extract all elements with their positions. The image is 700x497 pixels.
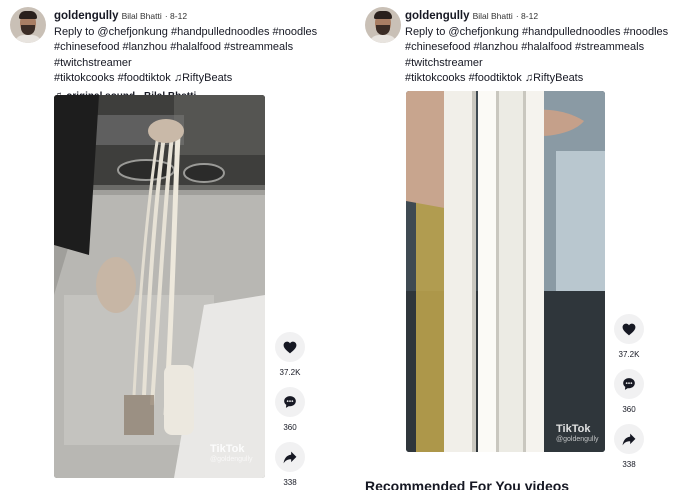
avatar[interactable]: [10, 7, 46, 43]
heart-icon: [283, 341, 297, 353]
tiktok-watermark: TikTok @goldengully: [556, 423, 599, 443]
share-count: 338: [283, 478, 297, 487]
tiktok-watermark: TikTok @goldengully: [210, 443, 253, 463]
comment-button[interactable]: [275, 387, 305, 417]
like-button[interactable]: [275, 332, 305, 362]
hashtags[interactable]: #handpullednoodles #noodles: [171, 26, 317, 38]
watermark-user: @goldengully: [556, 436, 599, 443]
post-date: 8-12: [521, 11, 539, 21]
comment-icon: [284, 396, 296, 408]
video-post-right: goldengully Bilal Bhatti · 8-12 Reply to…: [355, 0, 700, 490]
share-icon: [283, 451, 297, 463]
share-icon: [622, 433, 636, 445]
hashtags[interactable]: #chinesefood #lanzhou #halalfood #stream…: [54, 41, 293, 69]
hashtags[interactable]: #handpullednoodles #noodles: [522, 26, 668, 38]
comment-count: 360: [622, 405, 636, 414]
username[interactable]: goldengully: [54, 10, 119, 22]
music-note-icon: ♫: [524, 72, 534, 84]
hashtags[interactable]: #chinesefood #lanzhou #halalfood #stream…: [405, 41, 644, 69]
post-date: 8-12: [170, 11, 188, 21]
avatar[interactable]: [365, 7, 401, 43]
reply-to[interactable]: Reply to @chefjonkung: [54, 26, 168, 38]
comment-button[interactable]: [614, 369, 644, 399]
display-name: Bilal Bhatti: [121, 11, 162, 21]
action-bar: 37.2K 360 338: [609, 314, 649, 479]
video-frame: [406, 91, 605, 452]
video-player[interactable]: TikTok @goldengully: [54, 95, 265, 478]
reply-to[interactable]: Reply to @chefjonkung: [405, 26, 519, 38]
share-button[interactable]: [614, 424, 644, 454]
like-count: 37.2K: [279, 368, 301, 377]
music-credit[interactable]: RiftyBeats: [533, 72, 583, 84]
share-button[interactable]: [275, 442, 305, 472]
display-name: Bilal Bhatti: [472, 11, 513, 21]
video-post-left: goldengully Bilal Bhatti · 8-12 Reply to…: [0, 0, 352, 490]
action-bar: 37.2K 360 338: [270, 332, 310, 497]
watermark-user: @goldengully: [210, 456, 253, 463]
like-button[interactable]: [614, 314, 644, 344]
comment-icon: [623, 378, 635, 390]
comment-count: 360: [283, 423, 297, 432]
username[interactable]: goldengully: [405, 10, 470, 22]
post-header: goldengully Bilal Bhatti · 8-12 Reply to…: [405, 9, 700, 104]
hashtags[interactable]: #tiktokcooks #foodtiktok: [54, 72, 171, 84]
music-credit[interactable]: RiftyBeats: [182, 72, 232, 84]
caption: Reply to @chefjonkung #handpullednoodles…: [405, 25, 700, 87]
caption: Reply to @chefjonkung #handpullednoodles…: [54, 25, 352, 87]
video-frame: [54, 95, 265, 478]
section-heading-cutoff: Recommended For You videos: [365, 478, 570, 490]
post-header: goldengully Bilal Bhatti · 8-12 Reply to…: [54, 9, 352, 104]
music-note-icon: ♫: [173, 72, 183, 84]
hashtags[interactable]: #tiktokcooks #foodtiktok: [405, 72, 522, 84]
video-player[interactable]: TikTok @goldengully: [406, 91, 605, 452]
like-count: 37.2K: [618, 350, 640, 359]
watermark-brand: TikTok: [556, 423, 591, 435]
heart-icon: [622, 323, 636, 335]
share-count: 338: [622, 460, 636, 469]
watermark-brand: TikTok: [210, 443, 245, 455]
